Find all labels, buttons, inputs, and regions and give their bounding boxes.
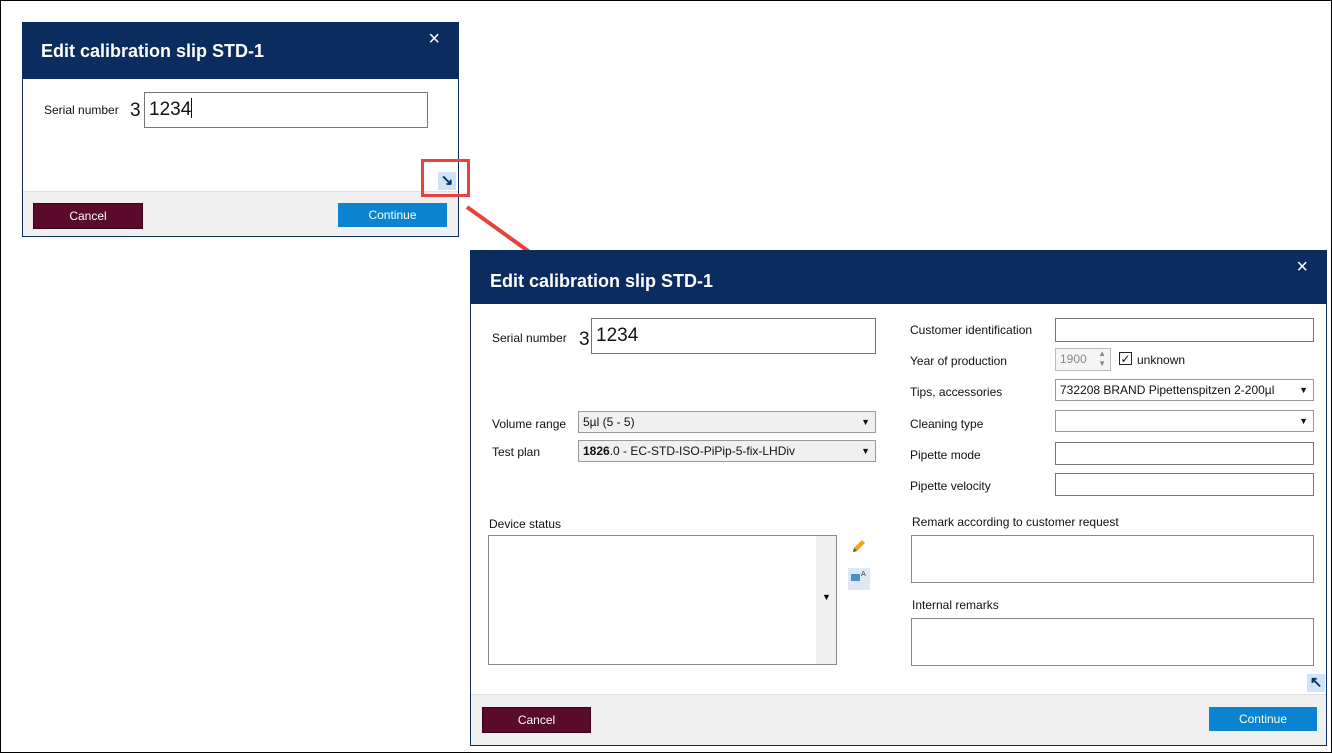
small-dialog-header: Edit calibration slip STD-1 ×	[23, 23, 458, 79]
edit-pencil-icon[interactable]	[848, 537, 870, 559]
serial-number-input[interactable]: 1234	[591, 318, 876, 354]
annotation-highlight-box	[421, 159, 470, 197]
volume-range-value: 5µl (5 - 5)	[583, 415, 635, 429]
cleaning-type-select[interactable]: ▼	[1055, 410, 1314, 432]
svg-text:A: A	[861, 570, 866, 578]
pipette-mode-label: Pipette mode	[910, 448, 981, 462]
test-plan-value: 1826.0 - EC-STD-ISO-PiPip-5-fix-LHDiv	[583, 444, 796, 458]
internal-remarks-label: Internal remarks	[912, 598, 999, 612]
small-dialog-title: Edit calibration slip STD-1	[41, 41, 265, 61]
tips-accessories-select[interactable]: 732208 BRAND Pipettenspitzen 2-200µl ▼	[1055, 379, 1314, 401]
year-of-production-stepper[interactable]: 1900 ▲ ▼	[1055, 348, 1111, 371]
cleaning-type-label: Cleaning type	[910, 417, 984, 431]
continue-button[interactable]: Continue	[338, 203, 447, 227]
tips-accessories-value: 732208 BRAND Pipettenspitzen 2-200µl	[1060, 383, 1275, 397]
serial-number-value: 1234	[596, 325, 639, 346]
screenshot-canvas: Edit calibration slip STD-1 × Serial num…	[0, 0, 1332, 753]
close-icon[interactable]: ×	[428, 29, 440, 49]
continue-button[interactable]: Continue	[1209, 707, 1317, 731]
device-status-scroll[interactable]: ▼	[816, 536, 836, 664]
remark-customer-request-label: Remark according to customer request	[912, 515, 1119, 529]
collapse-arrow-icon[interactable]: ↖	[1307, 674, 1325, 692]
large-dialog-header: Edit calibration slip STD-1 ×	[471, 251, 1326, 304]
unknown-checkbox[interactable]: ✓	[1119, 352, 1132, 365]
remark-customer-request-field[interactable]	[911, 535, 1314, 583]
serial-number-value: 1234	[149, 98, 193, 120]
pipette-velocity-input[interactable]	[1055, 473, 1314, 496]
year-of-production-label: Year of production	[910, 354, 1007, 368]
text-caret	[191, 98, 193, 118]
large-edit-dialog: Edit calibration slip STD-1 × Serial num…	[470, 250, 1327, 746]
small-dialog-footer: Cancel Continue	[23, 191, 458, 236]
dropdown-arrow-icon: ▼	[861, 417, 870, 427]
device-status-label: Device status	[489, 517, 562, 531]
stepper-arrows-icon: ▲ ▼	[1098, 349, 1106, 368]
large-dialog-title: Edit calibration slip STD-1	[490, 271, 714, 291]
serial-prefix: 3	[579, 329, 590, 350]
dropdown-arrow-icon: ▼	[1299, 416, 1308, 426]
serial-number-label: Serial number	[492, 331, 567, 345]
device-status-field[interactable]: ▼	[488, 535, 837, 665]
serial-number-input[interactable]: 1234	[144, 92, 428, 128]
small-edit-dialog: Edit calibration slip STD-1 × Serial num…	[22, 22, 459, 237]
language-icon[interactable]: A	[848, 568, 870, 590]
dropdown-arrow-icon: ▼	[822, 592, 831, 602]
unknown-label: unknown	[1137, 353, 1186, 367]
cancel-button[interactable]: Cancel	[33, 203, 143, 229]
pipette-velocity-label: Pipette velocity	[910, 479, 991, 493]
serial-prefix: 3	[130, 100, 141, 121]
customer-identification-input[interactable]	[1055, 318, 1314, 342]
volume-range-label: Volume range	[492, 417, 567, 431]
dropdown-arrow-icon: ▼	[861, 446, 870, 456]
pipette-mode-input[interactable]	[1055, 442, 1314, 465]
test-plan-select[interactable]: 1826.0 - EC-STD-ISO-PiPip-5-fix-LHDiv ▼	[578, 440, 876, 462]
internal-remarks-field[interactable]	[911, 618, 1314, 666]
close-icon[interactable]: ×	[1296, 257, 1308, 277]
tips-accessories-label: Tips, accessories	[910, 385, 1003, 399]
cancel-button[interactable]: Cancel	[482, 707, 591, 733]
serial-number-label: Serial number	[44, 103, 119, 117]
volume-range-select[interactable]: 5µl (5 - 5) ▼	[578, 411, 876, 433]
test-plan-label: Test plan	[492, 445, 541, 459]
customer-identification-label: Customer identification	[910, 323, 1033, 337]
dropdown-arrow-icon: ▼	[1299, 385, 1308, 395]
large-dialog-footer: Cancel Continue	[471, 694, 1326, 745]
